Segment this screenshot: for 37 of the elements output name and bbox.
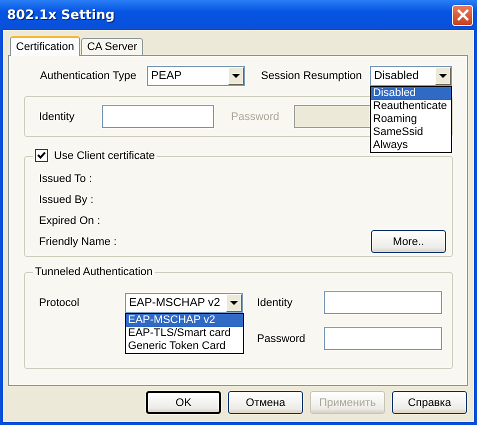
field-label: Identity <box>257 296 294 308</box>
dropdown-option[interactable]: Always <box>371 139 451 152</box>
password-field[interactable] <box>324 327 442 350</box>
tab[interactable]: Certification <box>10 36 80 56</box>
dialog-button[interactable]: OK <box>146 391 221 414</box>
field-label: Password <box>231 110 280 122</box>
close-icon <box>456 9 468 21</box>
more-button[interactable]: More.. <box>371 230 446 253</box>
certificate-field-label: Issued By : <box>39 194 94 206</box>
tab[interactable]: CA Server <box>81 38 144 55</box>
checkbox[interactable] <box>35 149 48 162</box>
field-label: Identity <box>39 110 76 122</box>
identity-field[interactable] <box>102 105 214 128</box>
certificate-field-label: Friendly Name : <box>39 236 117 248</box>
certificate-field-label: Issued To : <box>39 172 92 184</box>
session-resumption-dropdown[interactable]: Disabled <box>370 66 452 86</box>
dialog-button[interactable]: Отмена <box>228 391 303 414</box>
dialog-button[interactable]: Справка <box>392 391 467 414</box>
dropdown-option[interactable]: EAP-MSCHAP v2 <box>126 314 243 326</box>
field-label: Protocol <box>39 296 80 308</box>
field-label: Password <box>257 332 306 344</box>
group-title: Tunneled Authentication <box>35 266 153 278</box>
dropdown-option[interactable]: SameSsid <box>371 126 451 139</box>
protocol-dropdown[interactable]: EAP-MSCHAP v2 <box>125 292 243 312</box>
authentication-type-dropdown[interactable]: PEAP <box>147 66 245 86</box>
dropdown-option[interactable]: Generic Token Card <box>126 340 243 352</box>
checkbox-label: Use Client certificate <box>54 150 155 162</box>
dropdown-option[interactable]: Disabled <box>371 87 451 100</box>
close-button[interactable] <box>452 4 473 26</box>
certificate-field-label: Expired On : <box>39 214 100 226</box>
dropdown-option[interactable]: Roaming <box>371 113 451 126</box>
dropdown-option[interactable]: EAP-TLS/Smart card <box>126 326 243 340</box>
field-label: Session Resumption <box>261 70 363 82</box>
dropdown-option[interactable]: Reauthenticate <box>371 100 451 113</box>
field-label: Authentication Type <box>40 70 138 82</box>
window-title: 802.1x Setting <box>7 8 115 22</box>
identity-field[interactable] <box>324 291 442 314</box>
